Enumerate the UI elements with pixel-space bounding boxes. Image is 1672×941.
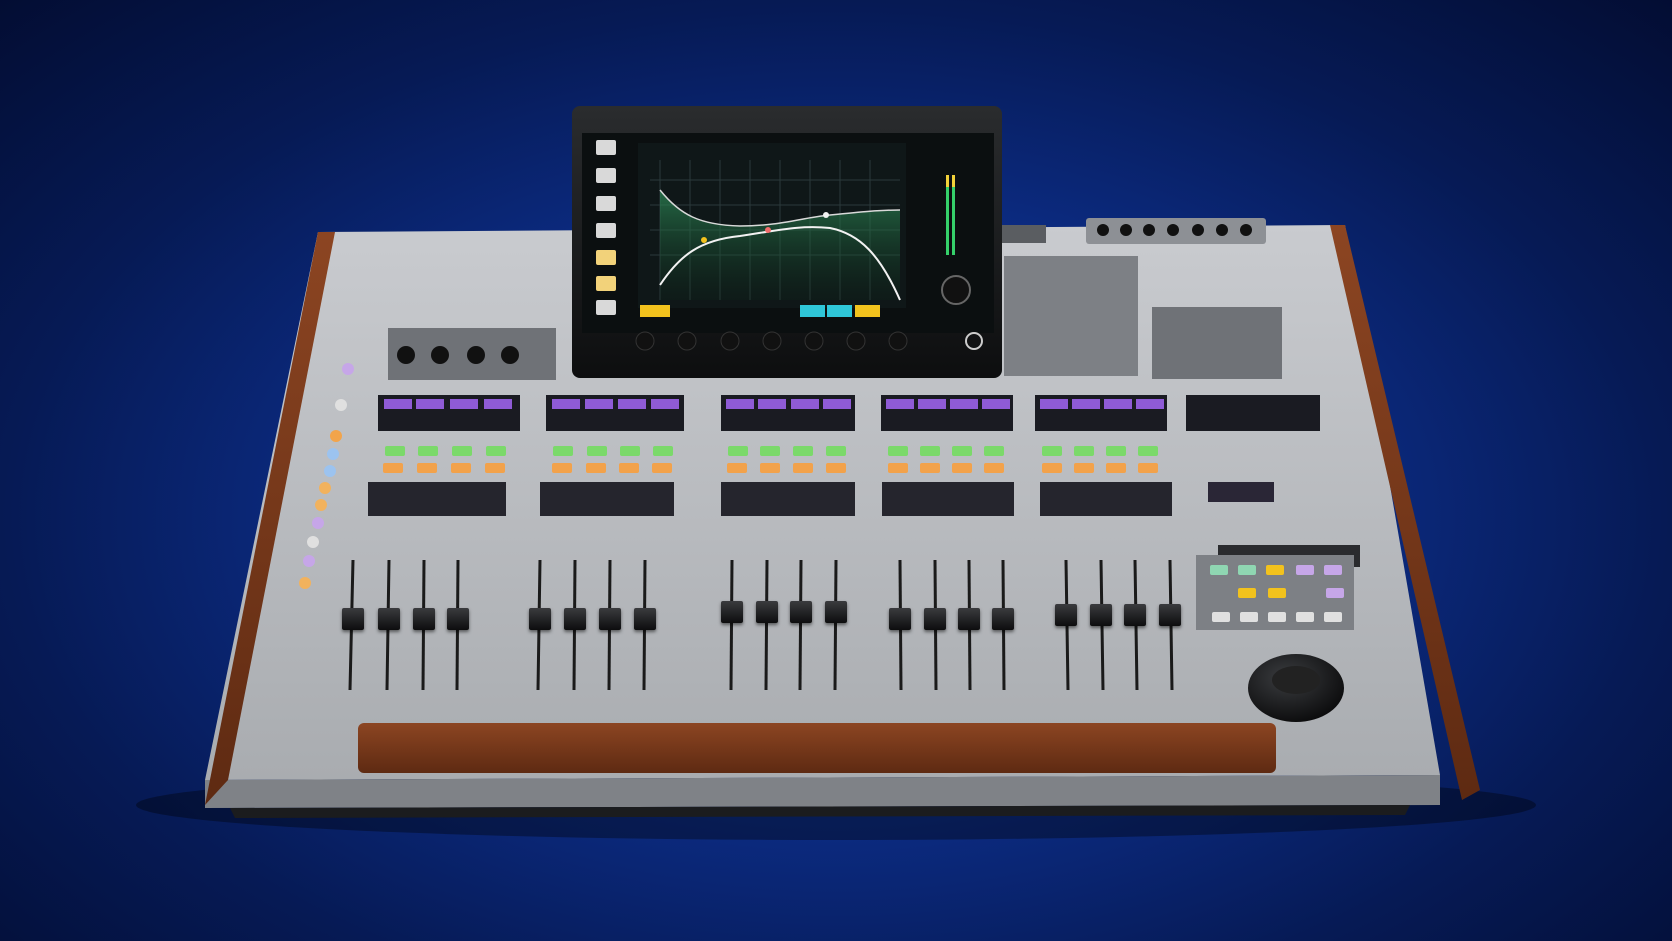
mixing-console bbox=[136, 106, 1536, 840]
fader-cap[interactable] bbox=[721, 601, 743, 623]
fader-cap[interactable] bbox=[924, 607, 946, 630]
left-knob-panel bbox=[388, 328, 556, 380]
fader-cap[interactable] bbox=[342, 607, 364, 630]
fader-cap[interactable] bbox=[634, 607, 656, 630]
effects-icon[interactable] bbox=[596, 223, 616, 238]
scribble-strips bbox=[368, 482, 1172, 516]
fader-cap[interactable] bbox=[825, 601, 847, 623]
fader-cap[interactable] bbox=[1159, 603, 1181, 626]
view-icon[interactable] bbox=[596, 300, 616, 315]
fader-cap[interactable] bbox=[599, 607, 621, 630]
fader-cap[interactable] bbox=[447, 607, 469, 630]
fader-cap[interactable] bbox=[1124, 603, 1146, 626]
fader-cap[interactable] bbox=[889, 607, 911, 630]
routing-icon[interactable] bbox=[596, 196, 616, 211]
fader-cap[interactable] bbox=[1055, 603, 1077, 626]
fader-cap[interactable] bbox=[564, 607, 586, 630]
fader-cap[interactable] bbox=[529, 607, 551, 630]
fader-cap[interactable] bbox=[958, 607, 980, 630]
fader-cap[interactable] bbox=[992, 607, 1014, 630]
fader-cap[interactable] bbox=[1090, 603, 1112, 626]
meters-icon[interactable] bbox=[596, 250, 616, 265]
jog-wheel[interactable] bbox=[1248, 654, 1344, 722]
library-icon[interactable] bbox=[596, 168, 616, 183]
fader-cap[interactable] bbox=[378, 607, 400, 630]
home-icon[interactable] bbox=[596, 140, 616, 155]
setup-icon[interactable] bbox=[596, 276, 616, 291]
eq-graph[interactable] bbox=[638, 143, 906, 308]
fader-cap[interactable] bbox=[413, 607, 435, 630]
fader-cap[interactable] bbox=[756, 601, 778, 623]
wood-armrest bbox=[358, 723, 1276, 773]
screen-main-encoder[interactable] bbox=[941, 275, 971, 305]
fader-cap[interactable] bbox=[790, 601, 812, 623]
